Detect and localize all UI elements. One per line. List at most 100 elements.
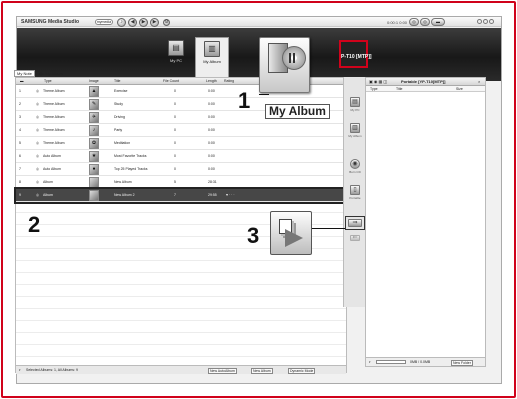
- portable-label: P-T10 [MTP]]: [341, 54, 372, 60]
- new-album-button[interactable]: New Album: [251, 368, 273, 374]
- nav-arrows-icon[interactable]: ◀▶: [38, 71, 44, 76]
- capacity-icon: ◐: [369, 360, 372, 364]
- row-thumbnail: ▲: [89, 86, 99, 97]
- shuffle-button[interactable]: ◎: [409, 18, 419, 26]
- row-title: Meditation: [114, 141, 131, 145]
- capacity-text: 0MB / 0.0MB: [410, 360, 431, 364]
- empty-row-line: [16, 296, 346, 297]
- sidebar-label: My Album: [348, 134, 362, 138]
- col-rating[interactable]: Rating: [224, 79, 234, 83]
- row-title: Top 25 Played Tracks: [114, 167, 148, 171]
- row-length: 0:00: [208, 89, 215, 93]
- portable-panel: ▣ ◉ ▦ ◫ Portable [YP-T10[MTP]] × Type Ti…: [365, 77, 486, 367]
- col-file-count[interactable]: File Count: [163, 79, 179, 83]
- row-length: 0:00: [208, 141, 215, 145]
- col-type[interactable]: Type: [44, 79, 52, 83]
- row-length: 0:00: [208, 167, 215, 171]
- row-length: 0:00: [208, 102, 215, 106]
- repeat-button[interactable]: ◎: [420, 18, 430, 26]
- new-folder-button[interactable]: New Folder: [451, 360, 473, 366]
- toolbar-icons[interactable]: ▣ ◉ ▦ ◫: [369, 79, 387, 84]
- minimize-icon[interactable]: [477, 19, 482, 24]
- transfer-back-icon[interactable]: ⇐: [345, 233, 365, 243]
- empty-row-line: [16, 356, 346, 357]
- row-number: 2: [19, 102, 21, 106]
- row-count: 0: [174, 89, 176, 93]
- tile-my-album-label: My Album: [203, 59, 221, 64]
- next-button[interactable]: ▶: [150, 18, 159, 27]
- rating-heart-icon[interactable]: ♥ · · ·: [226, 193, 235, 197]
- row-length: 29:55: [208, 193, 217, 197]
- row-type-icon: ◎: [36, 180, 40, 184]
- table-row[interactable]: 8 ◎ Album New Album 5 28:31: [16, 176, 346, 189]
- empty-row-line: [16, 260, 346, 261]
- row-type-icon: ◎: [36, 193, 40, 197]
- sidebar-label: My PC: [350, 108, 360, 112]
- row-number: 3: [19, 115, 21, 119]
- sidebar-item-my-pc[interactable]: ▤ My PC: [345, 95, 365, 117]
- row-count: 0: [174, 128, 176, 132]
- sidebar-item-burn-cd[interactable]: ◉ Burn CD: [345, 157, 365, 179]
- play-button[interactable]: ▶: [139, 18, 148, 27]
- album-icon: ▥: [350, 123, 360, 133]
- row-type: Theme Album: [43, 115, 65, 119]
- disc-icon: ◉: [350, 159, 360, 169]
- col-length[interactable]: Length: [206, 79, 217, 83]
- volume-button[interactable]: ▬: [431, 18, 445, 26]
- empty-row-line: [16, 332, 346, 333]
- row-type: Theme Album: [43, 141, 65, 145]
- callout-line: [259, 94, 269, 95]
- col-title[interactable]: Title: [396, 87, 402, 91]
- table-row[interactable]: 7 ◎ Auto Album ● Top 25 Played Tracks 0 0:00: [16, 163, 346, 176]
- sidebar-item-my-album[interactable]: ▥ My Album: [345, 121, 365, 143]
- row-thumbnail: [89, 177, 99, 188]
- row-count: 0: [174, 167, 176, 171]
- row-number: 7: [19, 167, 21, 171]
- music-note-icon[interactable]: ♪: [117, 18, 126, 27]
- app-title: SAMSUNG Media Studio: [21, 19, 80, 25]
- portable-panel-header: ▣ ◉ ▦ ◫ Portable [YP-T10[MTP]] ×: [366, 78, 485, 86]
- maximize-icon[interactable]: [483, 19, 488, 24]
- row-type: Theme Album: [43, 102, 65, 106]
- table-row[interactable]: 4 ◎ Theme Album ♪ Party 0 0:00: [16, 124, 346, 137]
- time-display: 0:00:1 0:00: [387, 20, 408, 25]
- panel-close-icon[interactable]: ×: [478, 79, 480, 84]
- row-thumbnail: ●: [89, 164, 99, 175]
- empty-row-line: [16, 284, 346, 285]
- sidebar-item-portable[interactable]: ▯ Portable: [345, 183, 365, 205]
- row-count: 0: [174, 141, 176, 145]
- select-all-checkbox[interactable]: ▬: [20, 79, 24, 83]
- row-type: Theme Album: [43, 89, 65, 93]
- portable-title: Portable [YP-T10[MTP]]: [401, 79, 446, 84]
- status-icon: ◐: [19, 368, 22, 372]
- table-row[interactable]: 5 ◎ Theme Album ✿ Meditation 0 0:00: [16, 137, 346, 150]
- new-autoalbum-button[interactable]: New AutoAlbum: [208, 368, 237, 374]
- row-title: New Album 2: [114, 193, 135, 197]
- my-note-button[interactable]: My Note: [14, 70, 35, 77]
- pc-icon: ▤: [350, 97, 360, 107]
- col-size[interactable]: Size: [456, 87, 463, 91]
- row-length: 0:00: [208, 154, 215, 158]
- table-row[interactable]: 6 ◎ Auto Album ★ Most Favorite Tracks 0 0:00: [16, 150, 346, 163]
- col-image[interactable]: Image: [89, 79, 99, 83]
- dynamic-mode-button[interactable]: Dynamic Mode: [288, 368, 316, 374]
- col-type[interactable]: Type: [370, 87, 378, 91]
- row-number: 4: [19, 128, 21, 132]
- col-title[interactable]: Title: [114, 79, 120, 83]
- row-type-icon: ◎: [36, 154, 40, 158]
- table-row[interactable]: 9 ◎ Album New Album 2 7 29:55 ♥ · · ·: [14, 187, 348, 204]
- row-type: Album: [43, 180, 53, 184]
- portable-device-button[interactable]: P-T10 [MTP]]: [339, 40, 372, 68]
- my-album-zoom-callout: [259, 37, 310, 93]
- breadcrumb-current: My Album: [45, 71, 63, 76]
- row-number: 9: [19, 193, 21, 197]
- previous-button[interactable]: ◀: [128, 18, 137, 27]
- close-icon[interactable]: [489, 19, 494, 24]
- row-title: Driving: [114, 115, 125, 119]
- row-type-icon: ◎: [36, 167, 40, 171]
- mode-pill[interactable]: mymedia: [95, 19, 113, 25]
- settings-icon[interactable]: ⚙: [163, 19, 170, 26]
- row-thumbnail: ✿: [89, 138, 99, 149]
- step-2-number: 2: [28, 212, 41, 237]
- transfer-callout-button: [270, 211, 312, 255]
